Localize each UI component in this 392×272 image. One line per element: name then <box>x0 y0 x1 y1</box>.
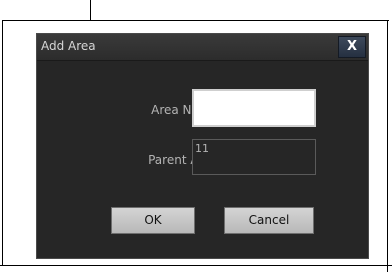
background-top-line <box>0 0 91 20</box>
background-bottom-line <box>0 265 392 266</box>
dialog-titlebar[interactable]: Add Area X <box>37 34 368 61</box>
close-icon: X <box>346 39 358 54</box>
add-area-dialog: Add Area X Area Name: Parent Area: 11 OK… <box>36 33 369 259</box>
background-right-line <box>387 20 388 272</box>
parent-area-input[interactable]: 11 <box>192 139 316 175</box>
close-button[interactable]: X <box>338 36 366 58</box>
dialog-title: Add Area <box>41 39 96 53</box>
ok-button[interactable]: OK <box>111 207 195 234</box>
area-name-input[interactable] <box>192 89 316 127</box>
cancel-button[interactable]: Cancel <box>224 207 314 234</box>
